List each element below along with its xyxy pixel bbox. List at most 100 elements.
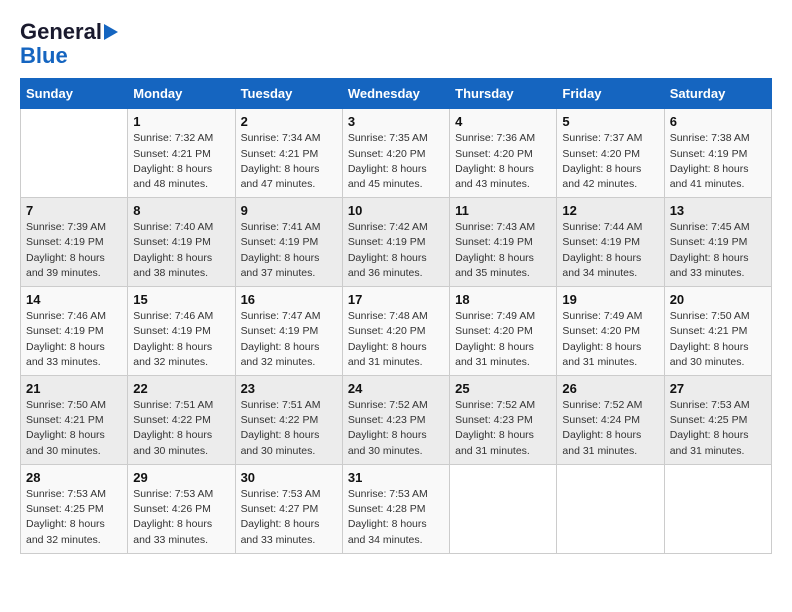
day-info: Sunrise: 7:47 AMSunset: 4:19 PMDaylight:… <box>241 309 337 370</box>
day-cell: 9 Sunrise: 7:41 AMSunset: 4:19 PMDaylight… <box>235 198 342 287</box>
day-info: Sunrise: 7:41 AMSunset: 4:19 PMDaylight:… <box>241 220 337 281</box>
week-row-5: 28 Sunrise: 7:53 AMSunset: 4:25 PMDayligh… <box>21 464 772 553</box>
day-cell: 8 Sunrise: 7:40 AMSunset: 4:19 PMDaylight… <box>128 198 235 287</box>
day-cell: 15Sunrise: 7:46 AMSunset: 4:19 PMDayligh… <box>128 287 235 376</box>
day-info: Sunrise: 7:46 AMSunset: 4:19 PMDaylight:… <box>26 309 122 370</box>
day-number: 21 <box>26 381 122 396</box>
day-number: 26 <box>562 381 658 396</box>
day-info: Sunrise: 7:42 AMSunset: 4:19 PMDaylight:… <box>348 220 444 281</box>
day-cell: 12 Sunrise: 7:44 AMSunset: 4:19 PMDayligh… <box>557 198 664 287</box>
day-number: 30 <box>241 470 337 485</box>
day-info: Sunrise: 7:53 AMSunset: 4:25 PMDaylight:… <box>26 487 122 548</box>
day-info: Sunrise: 7:52 AMSunset: 4:23 PMDaylight:… <box>348 398 444 459</box>
day-number: 25 <box>455 381 551 396</box>
logo: General Blue <box>20 20 118 68</box>
day-cell: 27 Sunrise: 7:53 AMSunset: 4:25 PMDayligh… <box>664 376 771 465</box>
day-cell: 17 Sunrise: 7:48 AMSunset: 4:20 PMDayligh… <box>342 287 449 376</box>
day-cell: 28 Sunrise: 7:53 AMSunset: 4:25 PMDayligh… <box>21 464 128 553</box>
day-number: 7 <box>26 203 122 218</box>
calendar-body: 1Sunrise: 7:32 AMSunset: 4:21 PMDaylight… <box>21 109 772 553</box>
day-cell: 6 Sunrise: 7:38 AMSunset: 4:19 PMDaylight… <box>664 109 771 198</box>
day-cell: 5 Sunrise: 7:37 AMSunset: 4:20 PMDaylight… <box>557 109 664 198</box>
day-cell: 3 Sunrise: 7:35 AMSunset: 4:20 PMDaylight… <box>342 109 449 198</box>
day-info: Sunrise: 7:53 AMSunset: 4:28 PMDaylight:… <box>348 487 444 548</box>
day-info: Sunrise: 7:46 AMSunset: 4:19 PMDaylight:… <box>133 309 229 370</box>
day-number: 23 <box>241 381 337 396</box>
day-number: 28 <box>26 470 122 485</box>
day-number: 5 <box>562 114 658 129</box>
day-number: 2 <box>241 114 337 129</box>
day-cell <box>450 464 557 553</box>
day-number: 12 <box>562 203 658 218</box>
day-info: Sunrise: 7:53 AMSunset: 4:25 PMDaylight:… <box>670 398 766 459</box>
day-info: Sunrise: 7:32 AMSunset: 4:21 PMDaylight:… <box>133 131 229 192</box>
day-number: 24 <box>348 381 444 396</box>
day-number: 3 <box>348 114 444 129</box>
weekday-header-row: SundayMondayTuesdayWednesdayThursdayFrid… <box>21 79 772 109</box>
day-number: 8 <box>133 203 229 218</box>
day-info: Sunrise: 7:44 AMSunset: 4:19 PMDaylight:… <box>562 220 658 281</box>
day-cell: 21 Sunrise: 7:50 AMSunset: 4:21 PMDayligh… <box>21 376 128 465</box>
day-cell: 19 Sunrise: 7:49 AMSunset: 4:20 PMDayligh… <box>557 287 664 376</box>
day-cell: 22 Sunrise: 7:51 AMSunset: 4:22 PMDayligh… <box>128 376 235 465</box>
day-info: Sunrise: 7:49 AMSunset: 4:20 PMDaylight:… <box>455 309 551 370</box>
day-info: Sunrise: 7:52 AMSunset: 4:23 PMDaylight:… <box>455 398 551 459</box>
day-info: Sunrise: 7:45 AMSunset: 4:19 PMDaylight:… <box>670 220 766 281</box>
day-cell: 16 Sunrise: 7:47 AMSunset: 4:19 PMDayligh… <box>235 287 342 376</box>
logo-arrow-icon <box>104 24 118 40</box>
day-number: 27 <box>670 381 766 396</box>
day-number: 6 <box>670 114 766 129</box>
day-info: Sunrise: 7:53 AMSunset: 4:27 PMDaylight:… <box>241 487 337 548</box>
weekday-friday: Friday <box>557 79 664 109</box>
day-number: 13 <box>670 203 766 218</box>
day-number: 29 <box>133 470 229 485</box>
day-cell: 11Sunrise: 7:43 AMSunset: 4:19 PMDayligh… <box>450 198 557 287</box>
day-number: 17 <box>348 292 444 307</box>
weekday-wednesday: Wednesday <box>342 79 449 109</box>
day-cell: 14 Sunrise: 7:46 AMSunset: 4:19 PMDayligh… <box>21 287 128 376</box>
logo-text-blue: Blue <box>20 44 68 68</box>
day-cell: 25 Sunrise: 7:52 AMSunset: 4:23 PMDayligh… <box>450 376 557 465</box>
day-cell: 2Sunrise: 7:34 AMSunset: 4:21 PMDaylight… <box>235 109 342 198</box>
day-info: Sunrise: 7:53 AMSunset: 4:26 PMDaylight:… <box>133 487 229 548</box>
week-row-4: 21 Sunrise: 7:50 AMSunset: 4:21 PMDayligh… <box>21 376 772 465</box>
day-cell <box>664 464 771 553</box>
day-cell: 10 Sunrise: 7:42 AMSunset: 4:19 PMDayligh… <box>342 198 449 287</box>
logo-text-general: General <box>20 20 102 44</box>
day-info: Sunrise: 7:40 AMSunset: 4:19 PMDaylight:… <box>133 220 229 281</box>
day-info: Sunrise: 7:35 AMSunset: 4:20 PMDaylight:… <box>348 131 444 192</box>
day-cell: 26 Sunrise: 7:52 AMSunset: 4:24 PMDayligh… <box>557 376 664 465</box>
day-number: 20 <box>670 292 766 307</box>
day-info: Sunrise: 7:51 AMSunset: 4:22 PMDaylight:… <box>241 398 337 459</box>
day-number: 10 <box>348 203 444 218</box>
day-cell: 13 Sunrise: 7:45 AMSunset: 4:19 PMDayligh… <box>664 198 771 287</box>
day-cell <box>557 464 664 553</box>
day-cell: 24 Sunrise: 7:52 AMSunset: 4:23 PMDayligh… <box>342 376 449 465</box>
day-info: Sunrise: 7:39 AMSunset: 4:19 PMDaylight:… <box>26 220 122 281</box>
day-info: Sunrise: 7:48 AMSunset: 4:20 PMDaylight:… <box>348 309 444 370</box>
day-cell: 30 Sunrise: 7:53 AMSunset: 4:27 PMDayligh… <box>235 464 342 553</box>
day-number: 31 <box>348 470 444 485</box>
day-info: Sunrise: 7:49 AMSunset: 4:20 PMDaylight:… <box>562 309 658 370</box>
weekday-sunday: Sunday <box>21 79 128 109</box>
day-info: Sunrise: 7:51 AMSunset: 4:22 PMDaylight:… <box>133 398 229 459</box>
day-info: Sunrise: 7:37 AMSunset: 4:20 PMDaylight:… <box>562 131 658 192</box>
day-number: 22 <box>133 381 229 396</box>
week-row-1: 1Sunrise: 7:32 AMSunset: 4:21 PMDaylight… <box>21 109 772 198</box>
week-row-2: 7 Sunrise: 7:39 AMSunset: 4:19 PMDaylight… <box>21 198 772 287</box>
day-info: Sunrise: 7:38 AMSunset: 4:19 PMDaylight:… <box>670 131 766 192</box>
day-number: 19 <box>562 292 658 307</box>
day-number: 16 <box>241 292 337 307</box>
day-number: 9 <box>241 203 337 218</box>
day-cell: 31 Sunrise: 7:53 AMSunset: 4:28 PMDayligh… <box>342 464 449 553</box>
day-number: 14 <box>26 292 122 307</box>
weekday-saturday: Saturday <box>664 79 771 109</box>
day-cell: 7 Sunrise: 7:39 AMSunset: 4:19 PMDaylight… <box>21 198 128 287</box>
weekday-thursday: Thursday <box>450 79 557 109</box>
day-number: 18 <box>455 292 551 307</box>
day-info: Sunrise: 7:50 AMSunset: 4:21 PMDaylight:… <box>26 398 122 459</box>
day-info: Sunrise: 7:52 AMSunset: 4:24 PMDaylight:… <box>562 398 658 459</box>
day-cell: 23 Sunrise: 7:51 AMSunset: 4:22 PMDayligh… <box>235 376 342 465</box>
day-info: Sunrise: 7:50 AMSunset: 4:21 PMDaylight:… <box>670 309 766 370</box>
calendar-table: SundayMondayTuesdayWednesdayThursdayFrid… <box>20 78 772 553</box>
